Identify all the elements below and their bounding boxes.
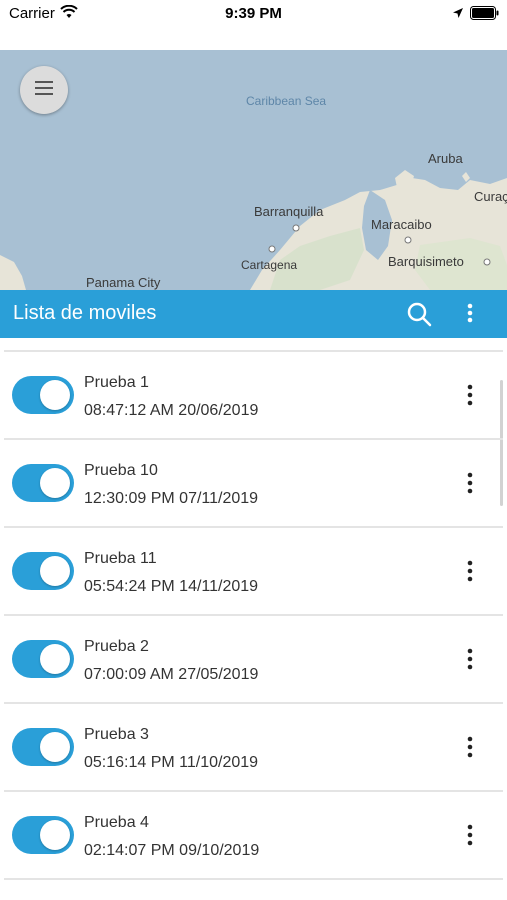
device-timestamp: 02:14:07 PM 09/10/2019 [84,842,260,859]
device-name: Prueba 2 [84,638,149,655]
device-name: Prueba 1 [84,374,149,391]
city-markers [268,224,491,266]
toggle-knob [40,732,70,762]
toggle-knob [40,380,70,410]
map-view[interactable]: Caribbean Sea Aruba Curaç Barranquilla M… [0,50,507,290]
device-name: Prueba 4 [84,814,149,831]
enabled-toggle[interactable] [12,728,74,766]
list-item[interactable]: Prueba 3 05:16:14 PM 11/10/2019 [0,704,507,792]
toggle-knob [40,644,70,674]
more-vert-icon[interactable] [458,558,482,584]
device-timestamp: 05:54:24 PM 14/11/2019 [84,578,259,595]
enabled-toggle[interactable] [12,640,74,678]
status-bar: Carrier 9:39 PM [0,0,507,50]
device-name: Prueba 11 [84,550,157,567]
battery-icon [470,6,500,25]
device-timestamp: 12:30:09 PM 07/11/2019 [84,490,259,507]
search-icon[interactable] [404,299,434,329]
enabled-toggle[interactable] [12,376,74,414]
enabled-toggle[interactable] [12,816,74,854]
map-menu-button[interactable] [20,66,68,114]
list-item[interactable]: Prueba 1 08:47:12 AM 20/06/2019 [0,352,507,440]
more-vert-icon[interactable] [458,470,482,496]
app-toolbar: Lista de moviles [0,290,507,338]
more-vert-icon[interactable] [458,646,482,672]
location-icon [452,6,464,24]
toggle-knob [40,820,70,850]
enabled-toggle[interactable] [12,552,74,590]
device-list[interactable]: Prueba 1 08:47:12 AM 20/06/2019 Prueba 10 1… [0,338,507,900]
device-timestamp: 07:00:09 AM 27/05/2019 [84,666,259,683]
toggle-knob [40,556,70,586]
list-item[interactable]: Prueba 2 07:00:09 AM 27/05/2019 [0,616,507,704]
status-time: 9:39 PM [225,5,282,22]
list-item[interactable]: Prueba 10 12:30:09 PM 07/11/2019 [0,440,507,528]
more-vert-icon[interactable] [458,382,482,408]
list-divider [4,878,503,880]
toggle-knob [40,468,70,498]
device-name: Prueba 10 [84,462,158,479]
hamburger-menu-icon [35,80,53,100]
more-vert-icon[interactable] [458,822,482,848]
more-vert-icon[interactable] [458,734,482,760]
more-vert-icon[interactable] [458,299,482,329]
enabled-toggle[interactable] [12,464,74,502]
device-timestamp: 08:47:12 AM 20/06/2019 [84,402,259,419]
list-item[interactable]: Prueba 11 05:54:24 PM 14/11/2019 [0,528,507,616]
list-item[interactable]: Prueba 4 02:14:07 PM 09/10/2019 [0,792,507,880]
device-name: Prueba 3 [84,726,149,743]
toolbar-title: Lista de moviles [13,302,157,324]
device-timestamp: 05:16:14 PM 11/10/2019 [84,754,259,771]
